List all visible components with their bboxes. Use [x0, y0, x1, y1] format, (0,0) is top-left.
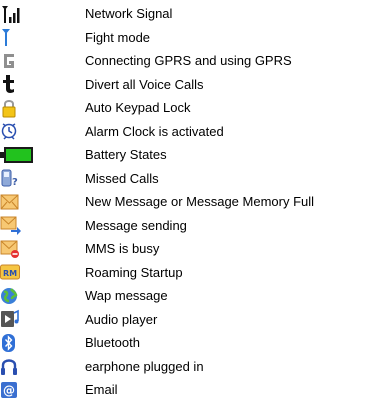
status-icon-legend: Network Signal Fight mode Connecting GPR…: [0, 0, 370, 407]
legend-row-battery: Battery States: [0, 143, 370, 167]
legend-row-mms-busy: MMS is busy: [0, 237, 370, 261]
legend-label: Network Signal: [85, 6, 173, 22]
gprs-g-icon: [0, 50, 36, 72]
legend-row-roaming: RM Roaming Startup: [0, 261, 370, 285]
legend-row-message-sending: Message sending: [0, 214, 370, 238]
legend-row-alarm-clock: Alarm Clock is activated: [0, 120, 370, 144]
bluetooth-icon: [0, 332, 36, 354]
headphones-icon: [0, 355, 36, 377]
padlock-icon: [0, 97, 36, 119]
legend-label: New Message or Message Memory Full: [85, 194, 315, 210]
legend-row-gprs: Connecting GPRS and using GPRS: [0, 49, 370, 73]
legend-row-keypad-lock: Auto Keypad Lock: [0, 96, 370, 120]
legend-row-bluetooth: Bluetooth: [0, 331, 370, 355]
svg-text:?: ?: [12, 177, 18, 188]
legend-label: Fight mode: [85, 29, 151, 45]
legend-label: Wap message: [85, 288, 168, 304]
divert-calls-icon: [0, 73, 36, 95]
legend-row-audio-player: Audio player: [0, 308, 370, 332]
svg-text:RM: RM: [3, 269, 17, 278]
envelope-busy-icon: [0, 238, 36, 260]
antenna-icon: [0, 26, 36, 48]
legend-label: Audio player: [85, 311, 158, 327]
legend-label: Missed Calls: [85, 170, 159, 186]
legend-row-earphone: earphone plugged in: [0, 355, 370, 379]
legend-row-missed-calls: ? Missed Calls: [0, 167, 370, 191]
legend-label: earphone plugged in: [85, 358, 204, 374]
legend-label: Bluetooth: [85, 335, 140, 351]
globe-icon: [0, 285, 36, 307]
legend-label: MMS is busy: [85, 241, 160, 257]
svg-text:@: @: [3, 383, 15, 397]
legend-row-email: @ Email: [0, 378, 370, 402]
envelope-icon: [0, 191, 36, 213]
legend-label: Connecting GPRS and using GPRS: [85, 53, 292, 69]
legend-label: Message sending: [85, 217, 187, 233]
legend-label: Alarm Clock is activated: [85, 123, 224, 139]
legend-label: Battery States: [85, 147, 167, 163]
legend-row-new-message: New Message or Message Memory Full: [0, 190, 370, 214]
missed-call-icon: ?: [0, 167, 36, 189]
audio-player-icon: [0, 308, 36, 330]
signal-bars-icon: [0, 3, 36, 25]
legend-row-network-signal: Network Signal: [0, 2, 370, 26]
legend-label: Roaming Startup: [85, 264, 183, 280]
legend-row-divert-calls: Divert all Voice Calls: [0, 73, 370, 97]
email-at-icon: @: [0, 379, 36, 401]
alarm-clock-icon: [0, 120, 36, 142]
legend-row-flight-mode: Fight mode: [0, 26, 370, 50]
envelope-send-icon: [0, 214, 36, 236]
legend-label: Email: [85, 382, 118, 398]
legend-label: Auto Keypad Lock: [85, 100, 191, 116]
legend-row-wap-message: Wap message: [0, 284, 370, 308]
roaming-rm-icon: RM: [0, 261, 36, 283]
battery-icon: [0, 144, 36, 166]
legend-label: Divert all Voice Calls: [85, 76, 204, 92]
